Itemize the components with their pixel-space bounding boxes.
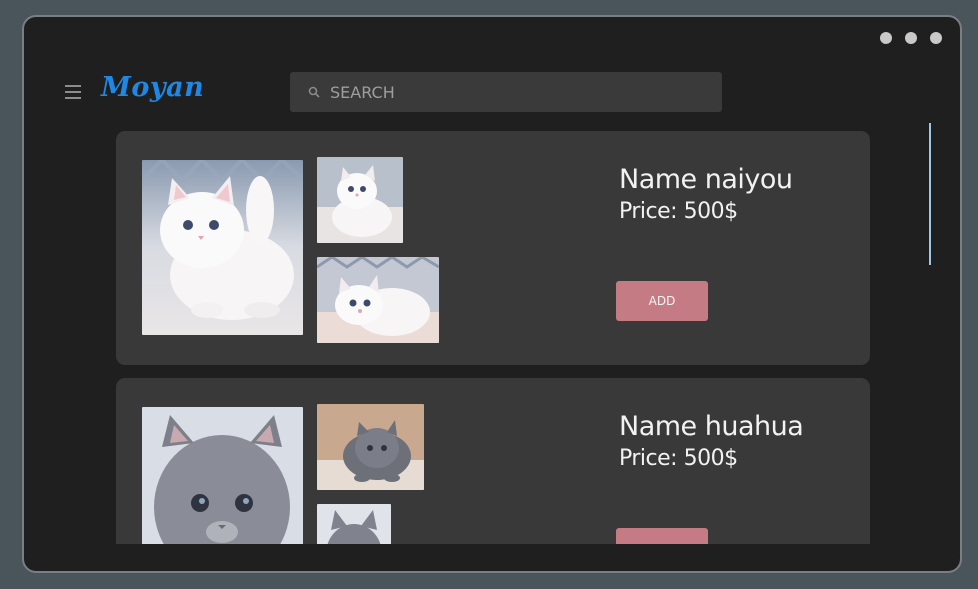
- search-bar[interactable]: [290, 72, 722, 112]
- window-controls: [880, 32, 942, 44]
- product-card: Name naiyou Price: 500$ ADD: [116, 131, 870, 365]
- product-image-thumb[interactable]: [317, 257, 439, 343]
- hamburger-icon[interactable]: [65, 85, 81, 99]
- product-price: Price: 500$: [619, 199, 738, 224]
- add-button[interactable]: ADD: [616, 281, 708, 321]
- window-dot[interactable]: [905, 32, 917, 44]
- product-list: Name naiyou Price: 500$ ADD Name huahua …: [116, 131, 872, 544]
- scrollbar[interactable]: [929, 123, 931, 265]
- product-name: Name naiyou: [619, 164, 793, 195]
- search-input[interactable]: [328, 81, 692, 103]
- product-card: Name huahua Price: 500$: [116, 378, 870, 544]
- logo[interactable]: Moyan: [101, 72, 204, 103]
- product-image-main[interactable]: [142, 160, 303, 335]
- product-image-main[interactable]: [142, 407, 303, 544]
- add-button[interactable]: [616, 528, 708, 544]
- window-dot[interactable]: [930, 32, 942, 44]
- product-image-thumb[interactable]: [317, 504, 391, 544]
- window-dot[interactable]: [880, 32, 892, 44]
- app-window: Moyan SEARCH Name naiyou Price: 500$ ADD…: [22, 15, 962, 573]
- search-icon: [308, 86, 320, 98]
- product-name: Name huahua: [619, 411, 804, 442]
- product-image-thumb[interactable]: [317, 404, 424, 490]
- product-price: Price: 500$: [619, 446, 738, 471]
- product-image-thumb[interactable]: [317, 157, 403, 243]
